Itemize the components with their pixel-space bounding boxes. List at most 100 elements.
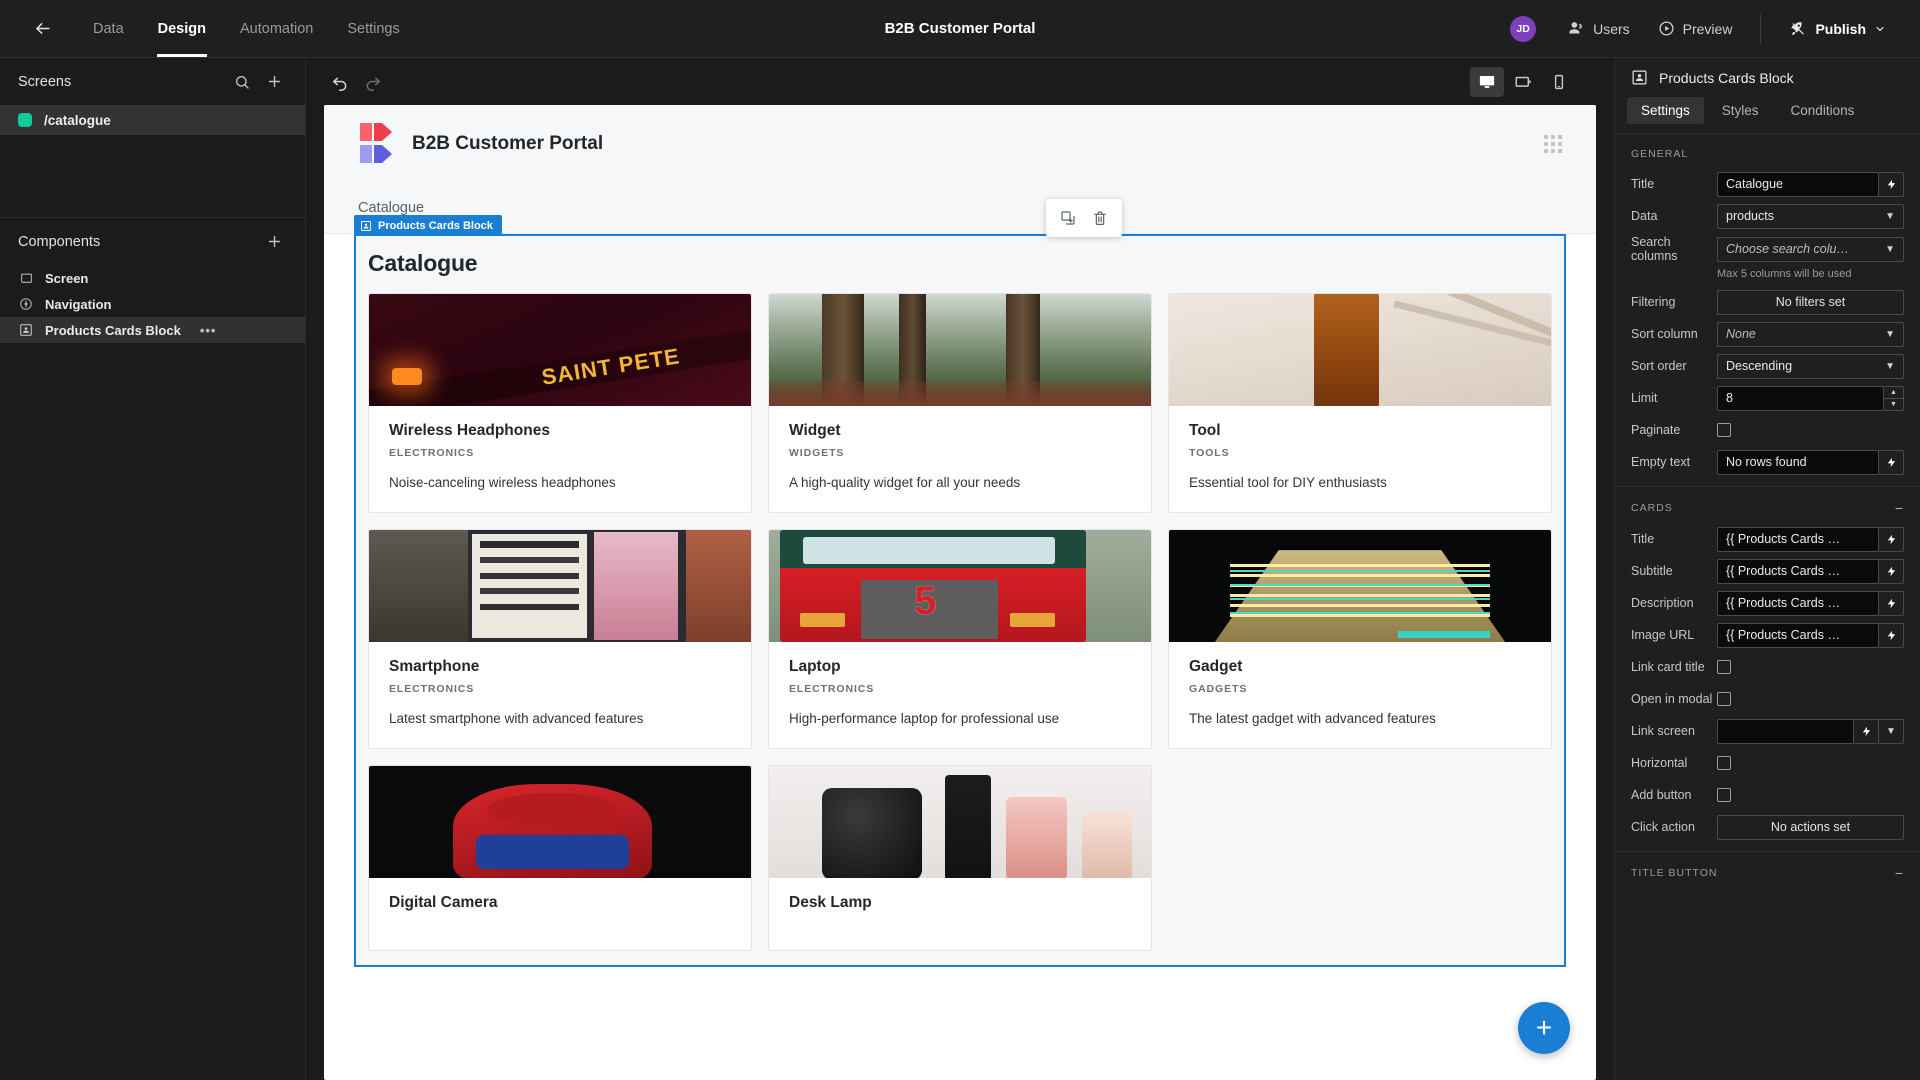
publish-button[interactable]: Publish: [1777, 13, 1898, 45]
link-screen-binding-button[interactable]: [1854, 718, 1879, 744]
tab-conditions[interactable]: Conditions: [1777, 97, 1869, 124]
portal-subheader: Catalogue: [324, 182, 1596, 237]
minus-icon[interactable]: −: [1895, 866, 1904, 880]
data-select-value: products: [1726, 209, 1774, 223]
add-block-fab[interactable]: +: [1518, 1002, 1570, 1054]
card-subtitle-label: Subtitle: [1631, 564, 1673, 578]
limit-stepper[interactable]: ▲ ▼: [1884, 385, 1904, 411]
lightning-icon: [1887, 630, 1895, 640]
chevron-down-icon: ▼: [1885, 210, 1895, 222]
row-card-subtitle: Subtitle {{ Products Cards …: [1615, 555, 1920, 587]
product-card[interactable]: 5 Laptop ELECTRONICS High-performance la…: [768, 529, 1152, 749]
title-binding-button[interactable]: [1879, 171, 1904, 197]
component-more-button[interactable]: •••: [200, 323, 217, 338]
tab-styles[interactable]: Styles: [1708, 97, 1773, 124]
product-card[interactable]: Gadget GADGETS The latest gadget with ad…: [1168, 529, 1552, 749]
link-screen-input[interactable]: [1717, 718, 1854, 744]
chevron-down-icon: ▼: [1885, 328, 1895, 340]
undo-button[interactable]: [324, 66, 356, 98]
empty-text-binding-button[interactable]: [1879, 449, 1904, 475]
row-limit: Limit 8 ▲ ▼: [1615, 382, 1920, 414]
top-nav-settings[interactable]: Settings: [330, 0, 416, 57]
screen-item-catalogue[interactable]: /catalogue: [0, 105, 305, 135]
filtering-button[interactable]: No filters set: [1717, 289, 1904, 315]
paginate-checkbox[interactable]: [1717, 423, 1731, 437]
preview-button[interactable]: Preview: [1646, 13, 1745, 44]
add-component-button[interactable]: [261, 229, 287, 255]
product-card[interactable]: Smartphone ELECTRONICS Latest smartphone…: [368, 529, 752, 749]
top-nav-automation[interactable]: Automation: [223, 0, 330, 57]
link-card-title-checkbox[interactable]: [1717, 660, 1731, 674]
device-desktop-button[interactable]: [1470, 66, 1504, 97]
components-header: Components: [0, 218, 305, 265]
device-mobile-button[interactable]: [1542, 67, 1576, 97]
chevron-down-icon: ▼: [1885, 243, 1895, 255]
product-card[interactable]: Widget WIDGETS A high-quality widget for…: [768, 293, 1152, 513]
product-card[interactable]: Desk Lamp: [768, 765, 1152, 951]
minus-icon[interactable]: −: [1895, 501, 1904, 515]
device-preview-group: [1470, 66, 1596, 97]
card-body: Smartphone ELECTRONICS Latest smartphone…: [369, 642, 751, 748]
search-columns-select[interactable]: Choose search colu… ▼: [1717, 236, 1904, 262]
chevron-down-icon: [1876, 26, 1884, 31]
card-body: Tool TOOLS Essential tool for DIY enthus…: [1169, 406, 1551, 512]
card-description-input[interactable]: {{ Products Cards …: [1717, 590, 1879, 616]
block-hover-toolbar: [1046, 199, 1122, 237]
stepper-down-icon[interactable]: ▼: [1884, 399, 1903, 410]
open-in-modal-checkbox[interactable]: [1717, 692, 1731, 706]
tab-settings[interactable]: Settings: [1627, 97, 1704, 124]
search-screens-button[interactable]: [229, 69, 255, 95]
duplicate-button[interactable]: [1054, 205, 1082, 231]
card-subtitle-input[interactable]: {{ Products Cards …: [1717, 558, 1879, 584]
data-select[interactable]: products ▼: [1717, 203, 1904, 229]
avatar[interactable]: JD: [1510, 15, 1537, 42]
product-card[interactable]: Tool TOOLS Essential tool for DIY enthus…: [1168, 293, 1552, 513]
top-nav-data[interactable]: Data: [76, 0, 141, 57]
component-label: Navigation: [45, 296, 112, 312]
sort-order-select[interactable]: Descending ▼: [1717, 353, 1904, 379]
card-title-binding-button[interactable]: [1879, 526, 1904, 552]
row-horizontal: Horizontal: [1615, 747, 1920, 779]
block-badge: Products Cards Block: [354, 215, 502, 236]
component-item-products-cards-block[interactable]: Products Cards Block •••: [0, 317, 305, 343]
empty-text-input[interactable]: No rows found: [1717, 449, 1879, 475]
device-tablet-button[interactable]: [1506, 67, 1540, 97]
card-subtitle-binding-button[interactable]: [1879, 558, 1904, 584]
card-title: Desk Lamp: [789, 894, 872, 911]
card-title-input[interactable]: {{ Products Cards …: [1717, 526, 1879, 552]
card-image-url-binding-button[interactable]: [1879, 622, 1904, 648]
horizontal-checkbox[interactable]: [1717, 756, 1731, 770]
card-image: [369, 530, 751, 642]
add-button-checkbox[interactable]: [1717, 788, 1731, 802]
card-subtitle: WIDGETS: [789, 447, 845, 459]
back-button[interactable]: [22, 9, 62, 49]
drag-handle-icon[interactable]: [1544, 134, 1562, 153]
click-action-button[interactable]: No actions set: [1717, 814, 1904, 840]
product-card[interactable]: SAINT PETE Wireless Headphones ELECTRONI…: [368, 293, 752, 513]
stepper-up-icon[interactable]: ▲: [1884, 387, 1903, 399]
brand-logo-icon: [358, 121, 395, 166]
search-columns-label: Search columns: [1631, 235, 1678, 263]
component-item-screen[interactable]: Screen: [0, 265, 305, 291]
delete-button[interactable]: [1086, 205, 1114, 231]
add-screen-button[interactable]: [261, 69, 287, 95]
link-screen-dropdown-button[interactable]: ▼: [1879, 718, 1904, 744]
card-description-binding-button[interactable]: [1879, 590, 1904, 616]
users-button[interactable]: Users: [1556, 13, 1642, 44]
products-cards-block[interactable]: Products Cards Block Catalogue SAINT PET…: [354, 215, 1566, 967]
product-card[interactable]: Digital Camera: [368, 765, 752, 951]
title-input[interactable]: Catalogue: [1717, 171, 1879, 197]
canvas[interactable]: B2B Customer Portal Catalogue Products C…: [324, 105, 1596, 1080]
row-add-button: Add button: [1615, 779, 1920, 811]
limit-input[interactable]: 8: [1717, 385, 1884, 411]
portal-nav-label[interactable]: Catalogue: [358, 200, 424, 216]
top-nav-design[interactable]: Design: [141, 0, 223, 57]
section-cards-label: CARDS: [1631, 502, 1673, 514]
component-item-navigation[interactable]: Navigation: [0, 291, 305, 317]
publish-label: Publish: [1815, 20, 1866, 37]
redo-button[interactable]: [356, 66, 388, 98]
card-image-url-input[interactable]: {{ Products Cards …: [1717, 622, 1879, 648]
lightning-icon: [1887, 598, 1895, 608]
sort-column-select[interactable]: None ▼: [1717, 321, 1904, 347]
search-icon: [236, 75, 249, 89]
